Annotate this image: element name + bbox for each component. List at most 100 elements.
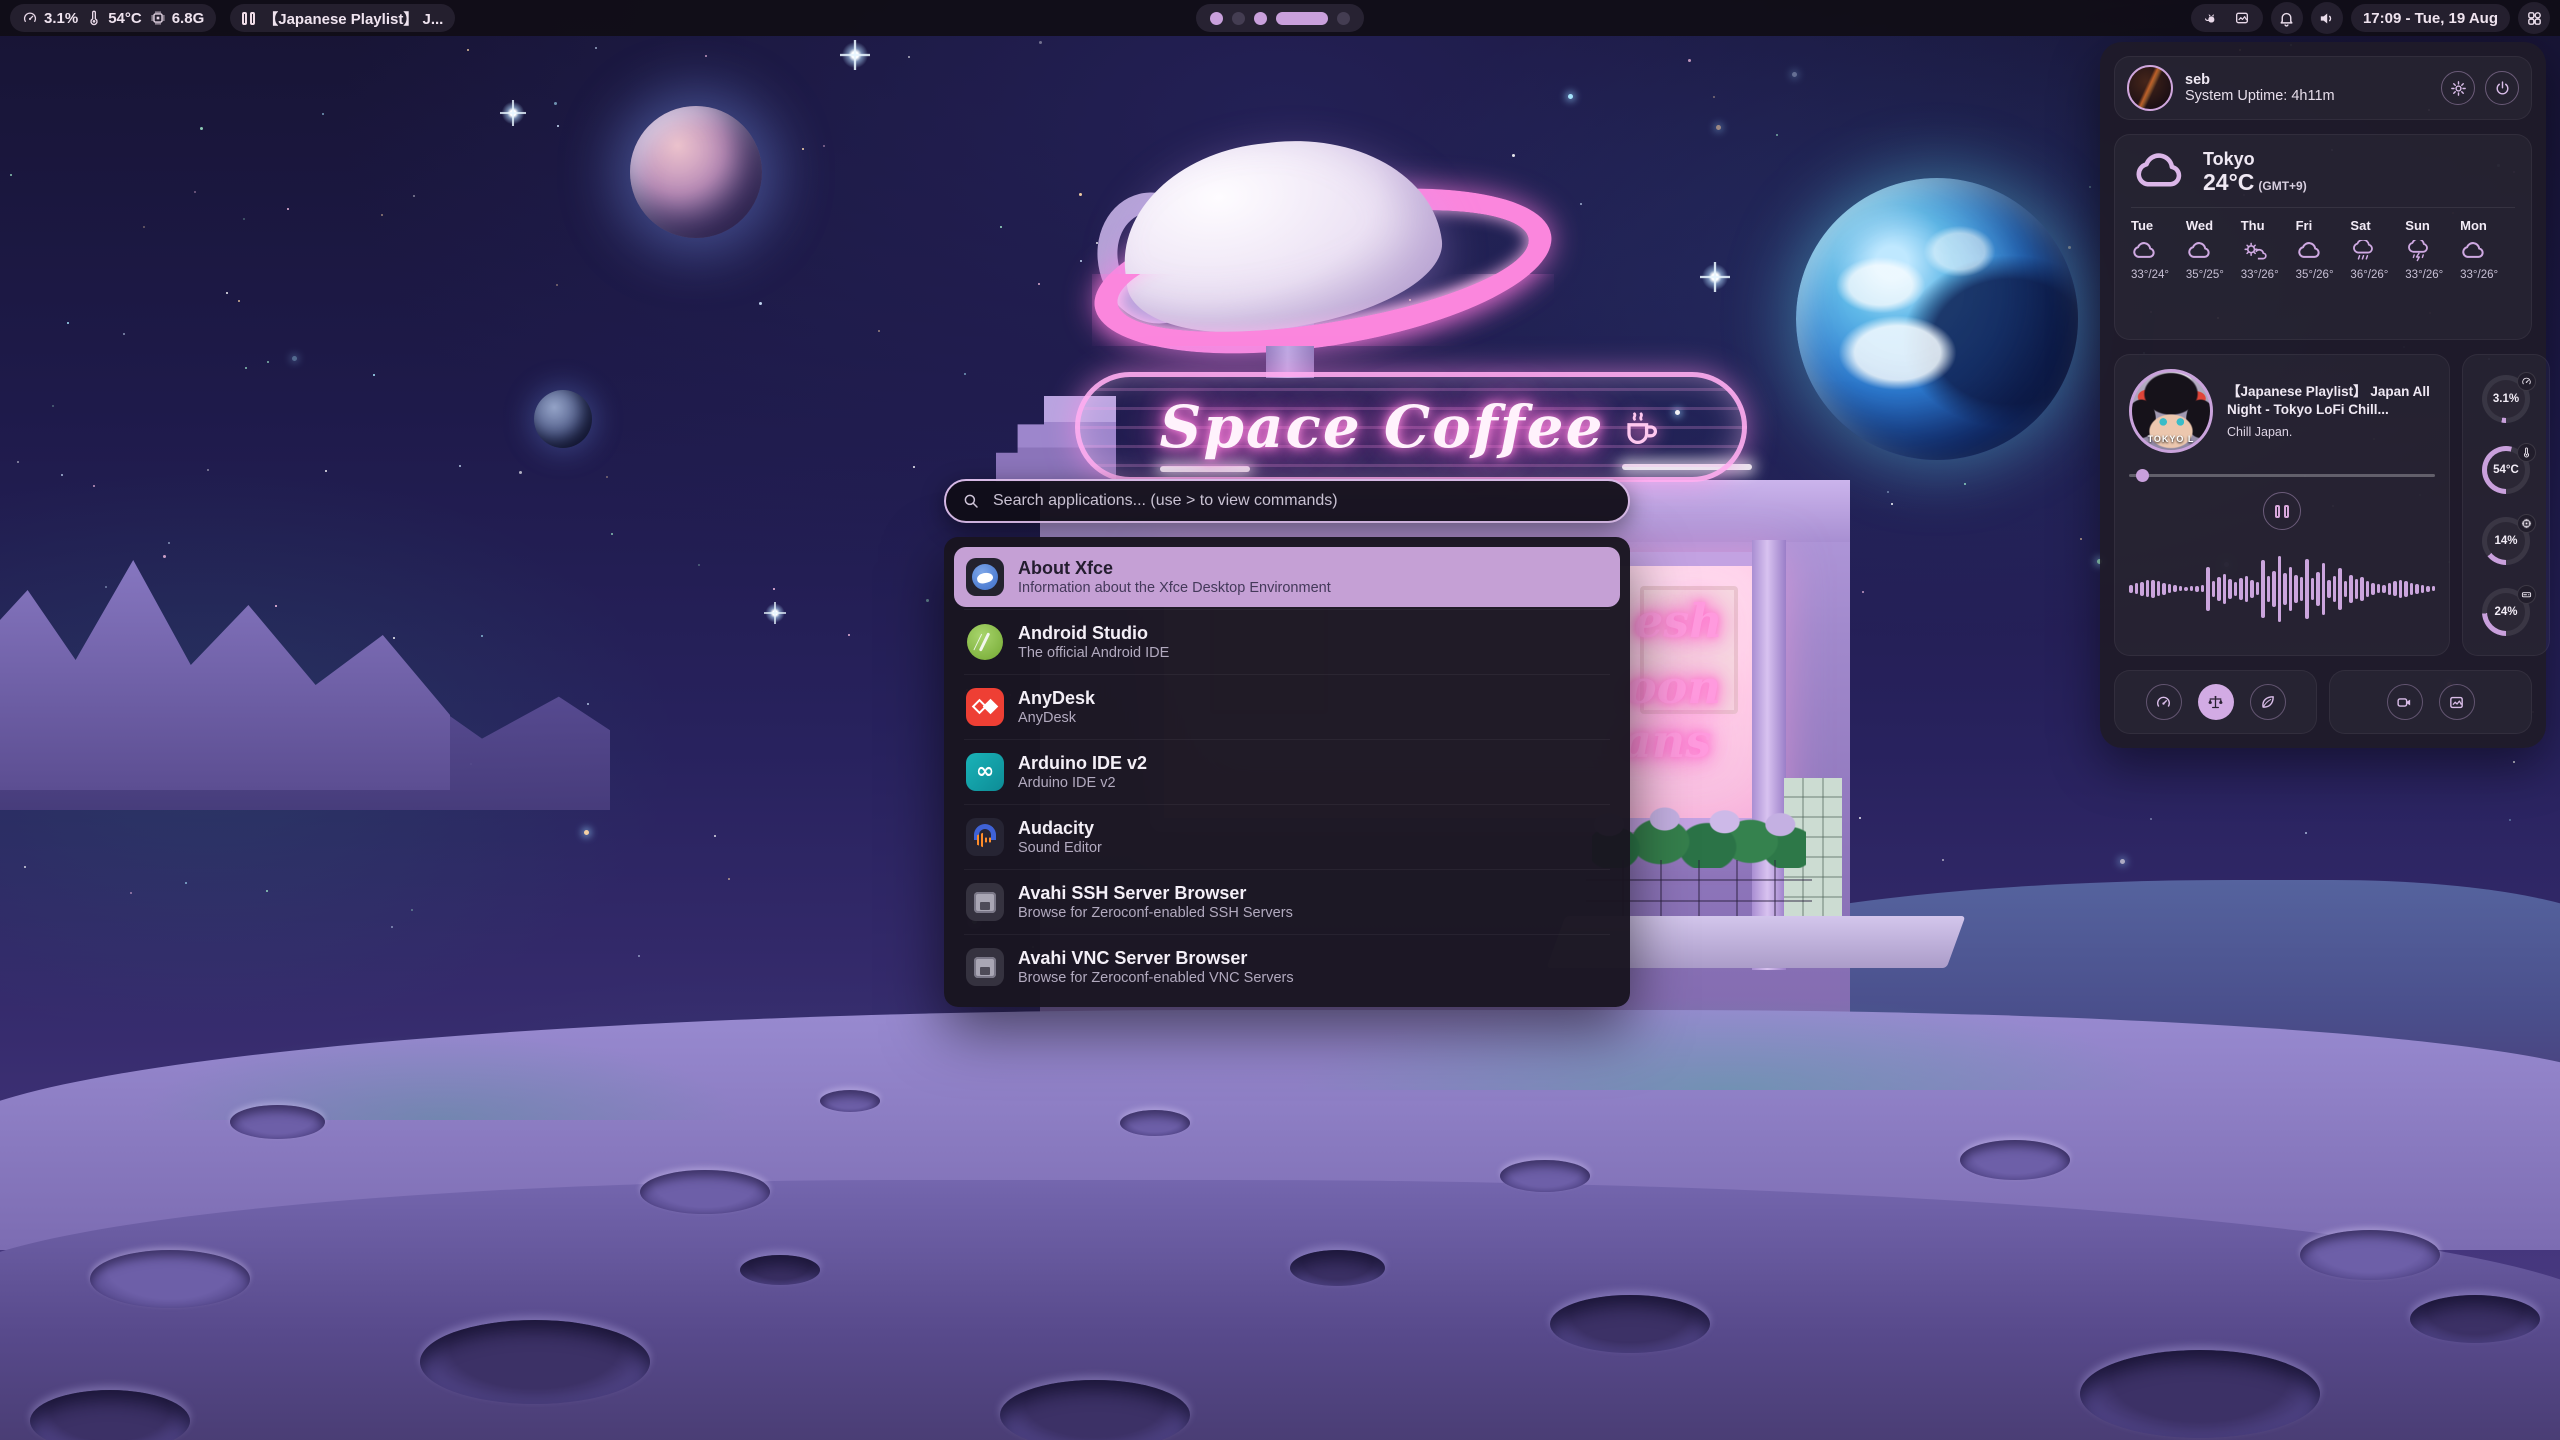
stat-temperature: 54°C <box>86 10 142 27</box>
search-input[interactable] <box>991 491 1612 511</box>
speedometer-icon <box>2155 694 2172 711</box>
result-title: Avahi SSH Server Browser <box>1018 882 1293 904</box>
launcher-result-avahi-vnc-server-browser[interactable]: Avahi VNC Server BrowserBrowse for Zeroc… <box>954 937 1620 997</box>
mode-power-saver-button[interactable] <box>2250 684 2286 720</box>
crater <box>230 1105 325 1139</box>
sparkle-star-icon <box>1700 262 1730 292</box>
launcher-result-about-xfce[interactable]: About XfceInformation about the Xfce Des… <box>954 547 1620 607</box>
forecast-row: Tue33°/24°Wed35°/25°Thu33°/26°Fri35°/26°… <box>2131 218 2515 281</box>
gauge-memory: 14% <box>2482 517 2530 565</box>
system-stats-pill[interactable]: 3.1%54°C6.8G <box>10 4 216 32</box>
app-grid-button[interactable] <box>2518 2 2550 34</box>
workspace-dot-4[interactable] <box>1276 12 1328 25</box>
launcher-result-arduino-ide-v2[interactable]: Arduino IDE v2Arduino IDE v2 <box>954 742 1620 802</box>
forecast-day: Mon <box>2460 218 2515 233</box>
progress-handle[interactable] <box>2136 469 2149 482</box>
star <box>554 102 557 105</box>
clock-pill[interactable]: 17:09 - Tue, 19 Aug <box>2351 4 2510 32</box>
media-progress-bar[interactable] <box>2129 469 2435 482</box>
window-neon-text: ans <box>1622 714 1711 768</box>
workspace-dot-1[interactable] <box>1210 12 1223 25</box>
gauge-disk-badge <box>2517 585 2536 604</box>
user-name: seb <box>2185 72 2335 88</box>
result-subtitle: AnyDesk <box>1018 709 1095 727</box>
workspace-dot-3[interactable] <box>1254 12 1267 25</box>
result-subtitle: Information about the Xfce Desktop Envir… <box>1018 579 1331 597</box>
row-separator <box>964 869 1610 870</box>
grid-icon <box>2526 10 2543 27</box>
volume-button[interactable] <box>2311 2 2343 34</box>
notifications-button[interactable] <box>2271 2 2303 34</box>
crater <box>1500 1160 1590 1192</box>
pause-icon <box>242 12 255 25</box>
launcher-result-anydesk[interactable]: AnyDeskAnyDesk <box>954 677 1620 737</box>
star <box>1887 491 1889 493</box>
star <box>194 191 196 193</box>
teal-glow <box>60 1000 820 1120</box>
search-bar[interactable] <box>944 479 1630 523</box>
result-subtitle: The official Android IDE <box>1018 644 1169 662</box>
workspace-dot-5[interactable] <box>1337 12 1350 25</box>
sparkle-star-icon <box>500 100 526 126</box>
forecast-tue: Tue33°/24° <box>2131 218 2186 281</box>
forecast-sat: Sat36°/26° <box>2350 218 2405 281</box>
result-title: Arduino IDE v2 <box>1018 752 1147 774</box>
workspace-indicator <box>1196 4 1364 32</box>
star <box>1580 203 1582 205</box>
launcher-result-audacity[interactable]: AudacitySound Editor <box>954 807 1620 867</box>
pause-icon <box>2275 505 2280 518</box>
gauge-temperature: 54°C <box>2482 446 2530 494</box>
tray-cat[interactable] <box>2203 10 2220 27</box>
forecast-day: Wed <box>2186 218 2241 233</box>
bell-icon <box>2278 10 2295 27</box>
system-uptime: System Uptime: 4h11m <box>2185 88 2335 104</box>
star <box>2305 832 2307 834</box>
audacity-app-icon <box>966 818 1004 856</box>
clock-label: 17:09 - Tue, 19 Aug <box>2363 10 2498 27</box>
launcher-result-android-studio[interactable]: Android StudioThe official Android IDE <box>954 612 1620 672</box>
star <box>1038 283 1040 285</box>
forecast-day: Sat <box>2350 218 2405 233</box>
result-title: AnyDesk <box>1018 687 1095 709</box>
photo-icon <box>2448 694 2465 711</box>
forecast-day: Tue <box>2131 218 2186 233</box>
star <box>1688 59 1691 62</box>
launcher-results: About XfceInformation about the Xfce Des… <box>944 537 1630 1007</box>
row-separator <box>964 934 1610 935</box>
result-title: About Xfce <box>1018 557 1331 579</box>
stat-cpu-value: 3.1% <box>44 10 78 27</box>
screenshot-button[interactable] <box>2439 684 2475 720</box>
settings-button[interactable] <box>2441 71 2475 105</box>
avatar <box>2127 65 2173 111</box>
gauge-cpu-badge <box>2517 372 2536 391</box>
mode-performance-button[interactable] <box>2146 684 2182 720</box>
result-title: Audacity <box>1018 817 1102 839</box>
leaf-icon <box>2259 694 2276 711</box>
tray-wallpaper[interactable] <box>2234 10 2251 27</box>
power-button[interactable] <box>2485 71 2519 105</box>
play-pause-button[interactable] <box>2263 492 2301 530</box>
xfce-app-icon <box>966 558 1004 596</box>
result-subtitle: Sound Editor <box>1018 839 1102 857</box>
crater <box>420 1320 650 1404</box>
crater <box>1120 1110 1190 1136</box>
forecast-temps: 33°/26° <box>2405 269 2460 281</box>
neon-sign: Space Coffee <box>1075 372 1747 482</box>
star <box>163 555 166 558</box>
weather-timezone: (GMT+9) <box>2258 179 2306 193</box>
crater <box>1960 1140 2070 1180</box>
album-art: TOKYO L <box>2129 369 2213 453</box>
speedometer-icon <box>2521 376 2532 387</box>
system-gauges-card: 3.1%54°C14%24% <box>2462 354 2550 656</box>
crater <box>2080 1350 2320 1438</box>
star <box>393 637 395 639</box>
screen-record-button[interactable] <box>2387 684 2423 720</box>
stat-temperature-value: 54°C <box>108 10 142 27</box>
launcher-result-avahi-ssh-server-browser[interactable]: Avahi SSH Server BrowserBrowse for Zeroc… <box>954 872 1620 932</box>
forecast-day: Thu <box>2241 218 2296 233</box>
star <box>698 564 700 566</box>
workspace-dot-2[interactable] <box>1232 12 1245 25</box>
now-playing-pill[interactable]: 【Japanese Playlist】 J... <box>230 4 455 32</box>
user-card: seb System Uptime: 4h11m <box>2114 56 2532 120</box>
mode-balanced-button[interactable] <box>2198 684 2234 720</box>
